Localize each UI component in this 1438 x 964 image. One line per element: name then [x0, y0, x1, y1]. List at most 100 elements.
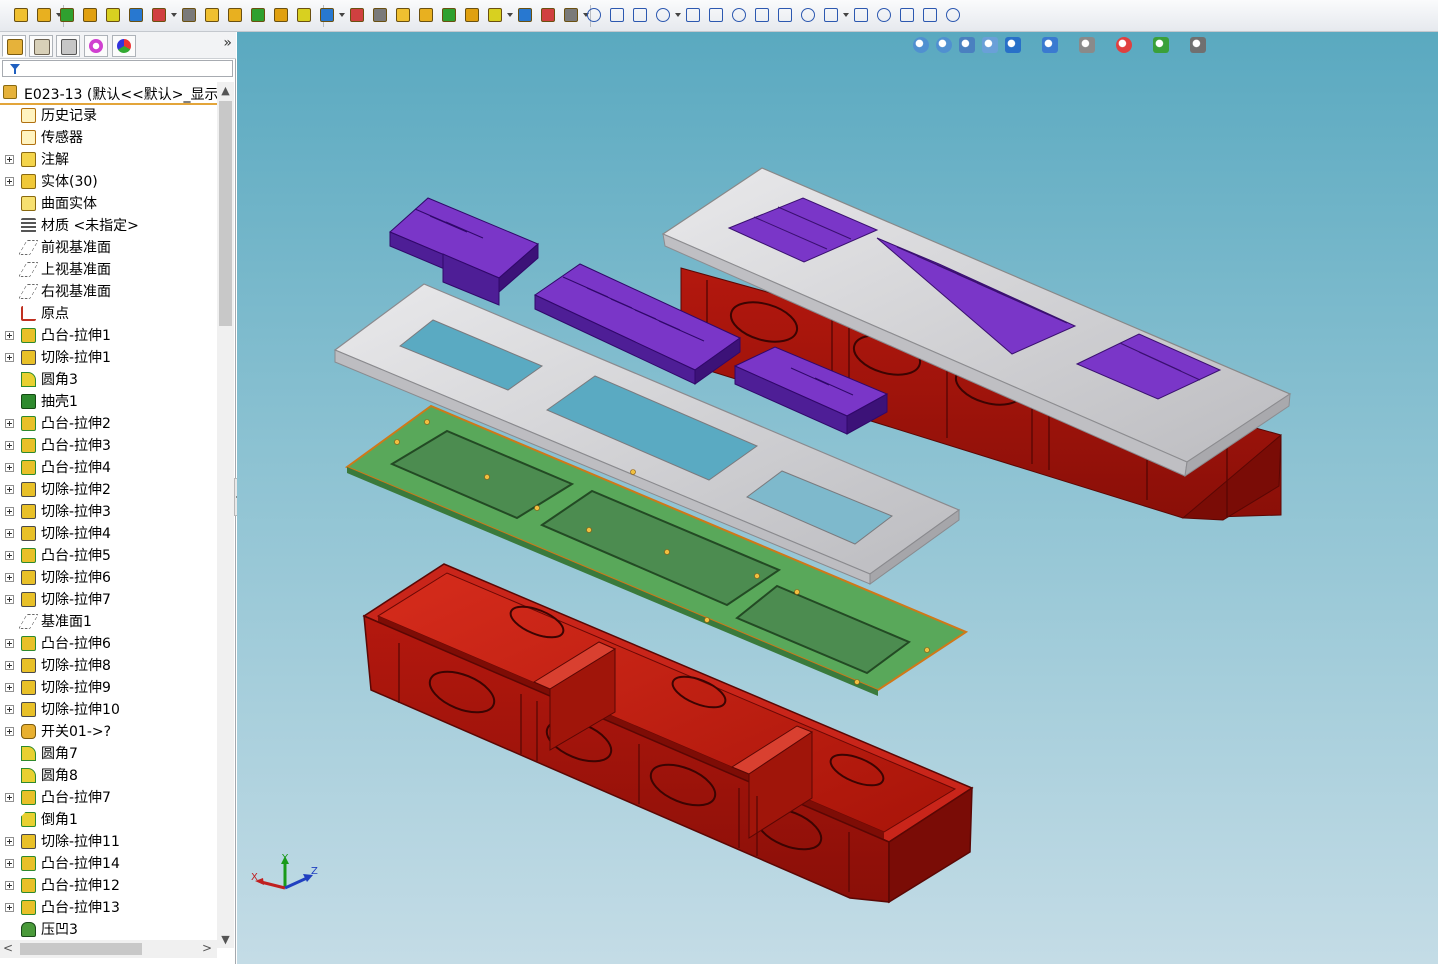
tree-item[interactable]: 切除-拉伸11: [0, 831, 218, 853]
tree-item[interactable]: 凸台-拉伸1: [0, 325, 218, 347]
extruded-boss-icon[interactable]: [58, 6, 76, 24]
smart-dimension-icon[interactable]: [608, 6, 626, 24]
tree-item[interactable]: 抽壳1: [0, 391, 218, 413]
rectangle-icon[interactable]: [654, 6, 672, 24]
revolved-boss-icon[interactable]: [81, 6, 99, 24]
mirror-icon-dropdown-icon[interactable]: [507, 13, 513, 17]
expand-icon[interactable]: [5, 661, 14, 670]
instant3d-icon[interactable]: [562, 6, 580, 24]
tree-item[interactable]: 切除-拉伸7: [0, 589, 218, 611]
expand-icon[interactable]: [5, 463, 14, 472]
tree-item[interactable]: 圆角7: [0, 743, 218, 765]
tree-item[interactable]: 开关01->?: [0, 721, 218, 743]
expand-icon[interactable]: [5, 331, 14, 340]
tree-item[interactable]: 凸台-拉伸7: [0, 787, 218, 809]
exploded-assembly-model[interactable]: [237, 32, 1438, 964]
draft-icon[interactable]: [394, 6, 412, 24]
scroll-left-icon[interactable]: <: [3, 941, 13, 955]
fillet-sketch-icon[interactable]: [799, 6, 817, 24]
tree-item[interactable]: 切除-拉伸6: [0, 567, 218, 589]
intersect-icon[interactable]: [463, 6, 481, 24]
tree-item[interactable]: 切除-拉伸2: [0, 479, 218, 501]
convert-entities-icon[interactable]: [921, 6, 939, 24]
property-manager-tab[interactable]: [29, 35, 53, 57]
scroll-up-icon[interactable]: ▲: [217, 82, 234, 99]
display-manager-tab[interactable]: [112, 35, 136, 57]
tree-item[interactable]: 倒角1: [0, 809, 218, 831]
swept-cut-icon[interactable]: [249, 6, 267, 24]
polygon-icon-dropdown-icon[interactable]: [843, 13, 849, 17]
tree-item[interactable]: 材质 <未指定>: [0, 215, 218, 237]
expand-icon[interactable]: [5, 177, 14, 186]
tree-item[interactable]: 切除-拉伸1: [0, 347, 218, 369]
tree-vertical-scrollbar[interactable]: ▲ ▼: [217, 82, 234, 948]
expand-icon[interactable]: [5, 353, 14, 362]
tree-item[interactable]: 切除-拉伸8: [0, 655, 218, 677]
spline-icon[interactable]: [753, 6, 771, 24]
arc-icon[interactable]: [730, 6, 748, 24]
tree-item[interactable]: 凸台-拉伸6: [0, 633, 218, 655]
tree-item[interactable]: 凸台-拉伸4: [0, 457, 218, 479]
tree-horizontal-scrollbar[interactable]: < >: [0, 940, 217, 958]
linear-pattern-icon[interactable]: [348, 6, 366, 24]
expand-icon[interactable]: [5, 793, 14, 802]
mirror-icon[interactable]: [486, 6, 504, 24]
tree-item[interactable]: 凸台-拉伸5: [0, 545, 218, 567]
expand-icon[interactable]: [5, 441, 14, 450]
expand-icon[interactable]: [5, 639, 14, 648]
expand-icon[interactable]: [5, 683, 14, 692]
socket-module-left[interactable]: [389, 197, 539, 306]
fillet-icon[interactable]: [318, 6, 336, 24]
text-sketch-icon[interactable]: [875, 6, 893, 24]
tree-item[interactable]: 前视基准面: [0, 237, 218, 259]
expand-icon[interactable]: [5, 573, 14, 582]
tree-item[interactable]: 切除-拉伸3: [0, 501, 218, 523]
feature-manager-tab[interactable]: [2, 35, 26, 57]
line-icon[interactable]: [631, 6, 649, 24]
expand-icon[interactable]: [5, 705, 14, 714]
revolved-cut-icon[interactable]: [226, 6, 244, 24]
tree-item[interactable]: 压凹3: [0, 919, 218, 941]
shell-icon[interactable]: [417, 6, 435, 24]
tree-item[interactable]: 历史记录: [0, 105, 218, 127]
swept-boss-icon[interactable]: [104, 6, 122, 24]
tree-item[interactable]: 凸台-拉伸12: [0, 875, 218, 897]
expand-icon[interactable]: [5, 859, 14, 868]
tree-item[interactable]: 上视基准面: [0, 259, 218, 281]
scroll-thumb[interactable]: [219, 101, 232, 326]
tree-root-part[interactable]: E023-13 (默认<<默认>_显示: [0, 82, 219, 105]
tree-item[interactable]: 凸台-拉伸13: [0, 897, 218, 919]
expand-icon[interactable]: [5, 903, 14, 912]
configuration-manager-tab[interactable]: [56, 35, 80, 57]
tree-item[interactable]: 圆角3: [0, 369, 218, 391]
tree-item[interactable]: 实体(30): [0, 171, 218, 193]
expand-icon[interactable]: [5, 837, 14, 846]
panel-expand-button[interactable]: »: [223, 35, 232, 51]
tree-item[interactable]: 圆角8: [0, 765, 218, 787]
scroll-right-icon[interactable]: >: [202, 941, 212, 955]
polygon-icon[interactable]: [822, 6, 840, 24]
lofted-boss-icon[interactable]: [127, 6, 145, 24]
new-document-icon[interactable]: [12, 6, 30, 24]
circle-icon[interactable]: [707, 6, 725, 24]
boundary-boss-icon[interactable]: [150, 6, 168, 24]
tree-item[interactable]: 基准面1: [0, 611, 218, 633]
wrap-icon[interactable]: [440, 6, 458, 24]
tree-item[interactable]: 凸台-拉伸3: [0, 435, 218, 457]
tree-item[interactable]: 曲面实体: [0, 193, 218, 215]
extruded-cut-icon[interactable]: [180, 6, 198, 24]
graphics-area[interactable]: X Y Z: [237, 32, 1438, 964]
tree-item[interactable]: 凸台-拉伸14: [0, 853, 218, 875]
dimxpert-tab[interactable]: [84, 35, 108, 57]
ellipse-icon[interactable]: [776, 6, 794, 24]
rib-icon[interactable]: [371, 6, 389, 24]
expand-icon[interactable]: [5, 881, 14, 890]
save-icon[interactable]: [35, 6, 53, 24]
boundary-cut-icon[interactable]: [295, 6, 313, 24]
trim-icon[interactable]: [898, 6, 916, 24]
sketch-icon[interactable]: [585, 6, 603, 24]
expand-icon[interactable]: [5, 551, 14, 560]
hole-wizard-icon[interactable]: [203, 6, 221, 24]
offset-icon[interactable]: [944, 6, 962, 24]
tree-item[interactable]: 切除-拉伸4: [0, 523, 218, 545]
